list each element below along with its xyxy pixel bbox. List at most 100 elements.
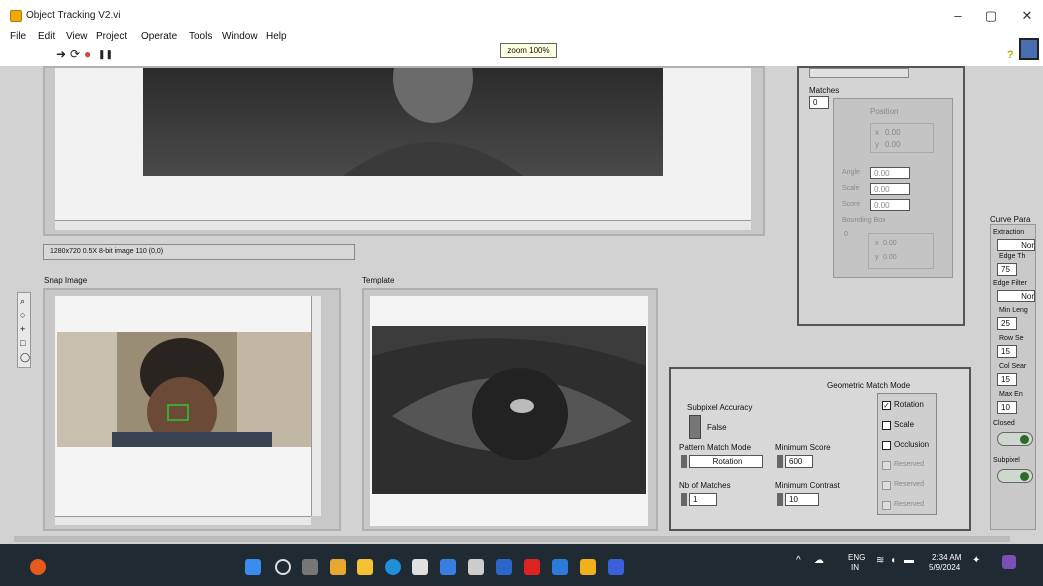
snap-camera-image: [57, 332, 311, 447]
reserved-checkbox-1: [882, 461, 891, 470]
minimize-button[interactable]: –: [948, 8, 968, 23]
rotation-checkbox[interactable]: ✓: [882, 401, 891, 410]
position-label: Position: [870, 107, 899, 116]
menu-file[interactable]: File: [10, 31, 26, 42]
horizontal-scrollbar[interactable]: [55, 220, 751, 230]
subpixel-accuracy-switch[interactable]: [689, 415, 701, 439]
battery-icon[interactable]: ▬: [904, 555, 914, 566]
clock-date[interactable]: 5/9/2024: [929, 563, 960, 572]
occlusion-checkbox[interactable]: [882, 441, 891, 450]
notes-icon[interactable]: [552, 559, 568, 575]
tray-overflow-icon[interactable]: ^: [796, 555, 801, 566]
image-info-bar: 1280x720 0.5X 8-bit image 110 (0,0): [43, 244, 355, 260]
reserved-label-2: Reserved: [894, 481, 924, 488]
pattern-match-mode-select[interactable]: Rotation: [689, 455, 763, 468]
geometric-match-mode-title: Geometric Match Mode: [827, 381, 911, 390]
point-tool-icon[interactable]: +: [20, 324, 25, 334]
oval-tool-icon[interactable]: ◯: [20, 352, 30, 363]
abort-icon[interactable]: ●: [84, 47, 91, 61]
language-bottom[interactable]: IN: [851, 563, 859, 572]
language-top[interactable]: ENG: [848, 553, 865, 562]
store-icon[interactable]: [412, 559, 428, 575]
angle-value: 0.00: [870, 167, 910, 179]
bbox-x-value: 0.00: [883, 240, 897, 247]
edge-filter-label: Edge Filter: [993, 280, 1027, 287]
col-search-input[interactable]: 15: [997, 373, 1017, 386]
chrome-icon[interactable]: [330, 559, 346, 575]
labview-taskbar-icon[interactable]: [580, 559, 596, 575]
volume-icon[interactable]: ◖: [890, 555, 896, 566]
match-settings-panel: Geometric Match Mode Subpixel Accuracy F…: [669, 367, 971, 531]
menu-tools[interactable]: Tools: [189, 31, 212, 42]
row-search-input[interactable]: 15: [997, 345, 1017, 358]
clock-time[interactable]: 2:34 AM: [932, 553, 961, 562]
min-score-spinner[interactable]: [777, 455, 783, 468]
menu-project[interactable]: Project: [96, 31, 127, 42]
nb-of-matches-input[interactable]: 1: [689, 493, 717, 506]
start-icon[interactable]: [245, 559, 261, 575]
scale-label: Scale: [842, 185, 860, 192]
matches-index[interactable]: 0: [809, 96, 829, 109]
pause-icon[interactable]: ❚❚: [98, 49, 113, 60]
maximize-button[interactable]: ▢: [981, 8, 1001, 24]
edge-threshold-input[interactable]: 75: [997, 263, 1017, 276]
word-icon[interactable]: [496, 559, 512, 575]
search-icon[interactable]: [275, 559, 291, 575]
minimum-contrast-input[interactable]: 10: [785, 493, 819, 506]
onedrive-icon[interactable]: ☁: [814, 555, 824, 566]
menu-operate[interactable]: Operate: [141, 31, 177, 42]
pos-x-label: x: [875, 128, 879, 137]
pattern-match-mode-label: Pattern Match Mode: [679, 443, 752, 452]
run-icon[interactable]: ➜: [56, 47, 66, 61]
rect-tool-icon[interactable]: □: [20, 338, 25, 348]
pos-x-value: 0.00: [885, 128, 901, 137]
notification-icon[interactable]: ✦: [972, 555, 980, 566]
snap-horizontal-scrollbar[interactable]: [55, 516, 311, 525]
menu-help[interactable]: Help: [266, 31, 287, 42]
app-icon[interactable]: [468, 559, 484, 575]
close-button[interactable]: ✕: [1017, 8, 1037, 24]
weather-icon[interactable]: [30, 559, 46, 575]
edge-icon[interactable]: [385, 559, 401, 575]
max-endpoint-input[interactable]: 10: [997, 401, 1017, 414]
matches-panel: Matches 0 Position x 0.00 y 0.00 Angle 0…: [797, 66, 965, 326]
copilot-icon[interactable]: [1002, 555, 1016, 569]
vi-icon: [1019, 38, 1039, 60]
pattern-mode-arrows[interactable]: [681, 455, 687, 468]
edge-filter-mode[interactable]: Nor: [997, 290, 1035, 302]
menu-window[interactable]: Window: [222, 31, 258, 42]
bounding-box-index: 0: [844, 231, 848, 238]
edge-threshold-label: Edge Th: [999, 253, 1026, 260]
python-icon[interactable]: [440, 559, 456, 575]
main-image-display: [43, 66, 765, 236]
run-continuously-icon[interactable]: ⟳: [70, 47, 80, 61]
nb-matches-spinner[interactable]: [681, 493, 687, 506]
menu-view[interactable]: View: [66, 31, 88, 42]
acrobat-icon[interactable]: [524, 559, 540, 575]
closed-toggle[interactable]: [997, 432, 1033, 446]
extraction-mode[interactable]: Nor: [997, 239, 1035, 251]
menu-edit[interactable]: Edit: [38, 31, 55, 42]
task-view-icon[interactable]: [302, 559, 318, 575]
window-scrollbar[interactable]: [14, 536, 1010, 542]
minimum-score-input[interactable]: 600: [785, 455, 813, 468]
subpixel-accuracy-value: False: [707, 423, 727, 432]
help-icon[interactable]: ?: [1007, 49, 1014, 61]
zoom-tool-icon[interactable]: ⌕: [20, 296, 25, 307]
scale-mode-label: Scale: [894, 420, 915, 429]
match-type-selector[interactable]: [809, 68, 909, 78]
min-length-input[interactable]: 25: [997, 317, 1017, 330]
snap-vertical-scrollbar[interactable]: [311, 296, 321, 516]
windows-taskbar: [0, 544, 1043, 586]
file-explorer-icon[interactable]: [357, 559, 373, 575]
image-tools-palette: ⌕ ○ + □ ◯: [17, 292, 31, 368]
wifi-icon[interactable]: ≋: [876, 555, 884, 566]
scale-checkbox[interactable]: [882, 421, 891, 430]
curve-subpixel-toggle[interactable]: [997, 469, 1033, 483]
min-contrast-spinner[interactable]: [777, 493, 783, 506]
row-search-label: Row Se: [999, 335, 1024, 342]
vision-assistant-icon[interactable]: [608, 559, 624, 575]
curve-subpixel-label: Subpixel: [993, 457, 1020, 464]
curve-params-panel: Extraction Nor Edge Th 75 Edge Filter No…: [990, 224, 1036, 530]
pan-tool-icon[interactable]: ○: [20, 310, 25, 320]
